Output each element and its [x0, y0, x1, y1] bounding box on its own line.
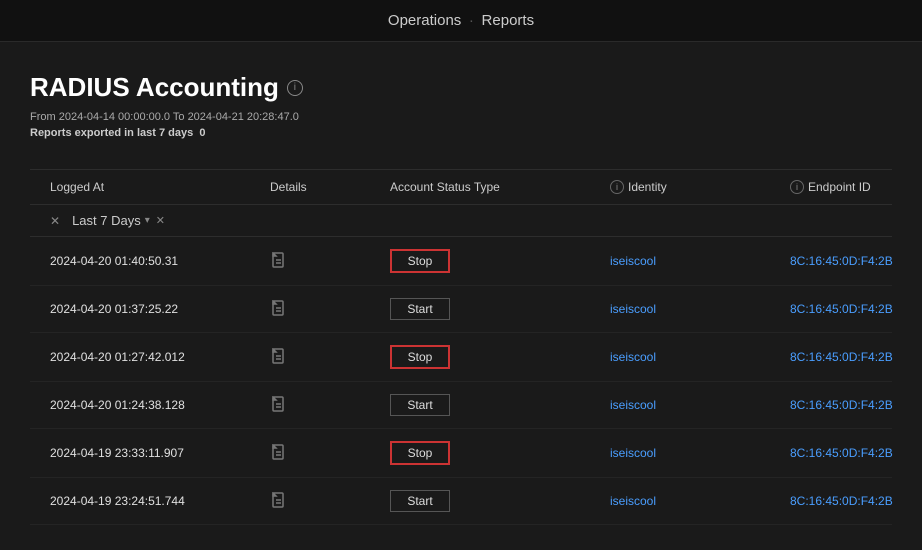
filter-chip-dropdown-icon[interactable]: ▾ — [145, 215, 150, 226]
table-row: 2024-04-20 01:37:25.22 Start iseiscool 8… — [30, 286, 892, 333]
nav-reports[interactable]: Reports — [482, 12, 535, 29]
cell-status: Stop — [390, 249, 610, 273]
cell-endpoint[interactable]: 8C:16:45:0D:F4:2B — [790, 302, 922, 316]
cell-logged-at: 2024-04-20 01:37:25.22 — [50, 302, 270, 316]
page-title-row: RADIUS Accounting i — [30, 72, 892, 103]
endpoint-info-icon[interactable]: i — [790, 180, 804, 194]
details-doc-icon[interactable] — [270, 252, 288, 270]
col-endpoint: i Endpoint ID — [790, 180, 922, 194]
cell-endpoint[interactable]: 8C:16:45:0D:F4:2B — [790, 254, 922, 268]
col-identity: i Identity — [610, 180, 790, 194]
cell-endpoint[interactable]: 8C:16:45:0D:F4:2B — [790, 350, 922, 364]
cell-details[interactable] — [270, 252, 390, 270]
table-header: Logged At Details Account Status Type i … — [30, 169, 892, 205]
page-title: RADIUS Accounting — [30, 72, 279, 103]
cell-details[interactable] — [270, 492, 390, 510]
table-row: 2024-04-19 23:33:11.907 Stop iseiscool 8… — [30, 429, 892, 478]
cell-status: Start — [390, 298, 610, 320]
date-range: From 2024-04-14 00:00:00.0 To 2024-04-21… — [30, 111, 892, 123]
cell-identity[interactable]: iseiscool — [610, 350, 790, 364]
table-row: 2024-04-20 01:27:42.012 Stop iseiscool 8… — [30, 333, 892, 382]
cell-endpoint[interactable]: 8C:16:45:0D:F4:2B — [790, 494, 922, 508]
cell-status: Start — [390, 394, 610, 416]
status-badge: Stop — [390, 249, 450, 273]
nav-separator: · — [469, 12, 474, 29]
table-row: 2024-04-20 01:24:38.128 Start iseiscool … — [30, 382, 892, 429]
cell-logged-at: 2024-04-19 23:24:51.744 — [50, 494, 270, 508]
cell-logged-at: 2024-04-20 01:27:42.012 — [50, 350, 270, 364]
cell-identity[interactable]: iseiscool — [610, 302, 790, 316]
exports-label: Reports exported in last 7 days — [30, 127, 193, 139]
status-badge: Stop — [390, 441, 450, 465]
cell-identity[interactable]: iseiscool — [610, 446, 790, 460]
exports-count: 0 — [199, 127, 205, 139]
filter-clear-all[interactable]: ✕ — [50, 214, 60, 228]
table-container: Logged At Details Account Status Type i … — [30, 169, 892, 525]
filter-chip[interactable]: Last 7 Days ▾ ✕ — [72, 213, 165, 228]
details-doc-icon[interactable] — [270, 396, 288, 414]
top-nav: Operations · Reports — [0, 0, 922, 42]
cell-logged-at: 2024-04-19 23:33:11.907 — [50, 446, 270, 460]
filter-chip-close-icon[interactable]: ✕ — [156, 214, 165, 227]
status-badge: Start — [390, 394, 450, 416]
filter-chip-label: Last 7 Days — [72, 213, 141, 228]
cell-details[interactable] — [270, 300, 390, 318]
col-details: Details — [270, 180, 390, 194]
cell-logged-at: 2024-04-20 01:40:50.31 — [50, 254, 270, 268]
cell-logged-at: 2024-04-20 01:24:38.128 — [50, 398, 270, 412]
cell-status: Start — [390, 490, 610, 512]
cell-endpoint[interactable]: 8C:16:45:0D:F4:2B — [790, 446, 922, 460]
cell-identity[interactable]: iseiscool — [610, 398, 790, 412]
status-badge: Stop — [390, 345, 450, 369]
main-content: RADIUS Accounting i From 2024-04-14 00:0… — [0, 42, 922, 545]
status-badge: Start — [390, 298, 450, 320]
col-logged-at: Logged At — [50, 180, 270, 194]
cell-identity[interactable]: iseiscool — [610, 254, 790, 268]
table-body: 2024-04-20 01:40:50.31 Stop iseiscool 8C… — [30, 237, 892, 525]
col-status-type: Account Status Type — [390, 180, 610, 194]
filter-row: ✕ Last 7 Days ▾ ✕ — [30, 205, 892, 237]
cell-status: Stop — [390, 345, 610, 369]
details-doc-icon[interactable] — [270, 348, 288, 366]
cell-status: Stop — [390, 441, 610, 465]
cell-details[interactable] — [270, 444, 390, 462]
cell-identity[interactable]: iseiscool — [610, 494, 790, 508]
identity-info-icon[interactable]: i — [610, 180, 624, 194]
details-doc-icon[interactable] — [270, 492, 288, 510]
exports-info: Reports exported in last 7 days 0 — [30, 127, 892, 139]
cell-details[interactable] — [270, 348, 390, 366]
cell-details[interactable] — [270, 396, 390, 414]
cell-endpoint[interactable]: 8C:16:45:0D:F4:2B — [790, 398, 922, 412]
status-badge: Start — [390, 490, 450, 512]
details-doc-icon[interactable] — [270, 444, 288, 462]
nav-operations[interactable]: Operations — [388, 12, 461, 29]
title-info-icon[interactable]: i — [287, 80, 303, 96]
details-doc-icon[interactable] — [270, 300, 288, 318]
table-row: 2024-04-19 23:24:51.744 Start iseiscool … — [30, 478, 892, 525]
table-row: 2024-04-20 01:40:50.31 Stop iseiscool 8C… — [30, 237, 892, 286]
